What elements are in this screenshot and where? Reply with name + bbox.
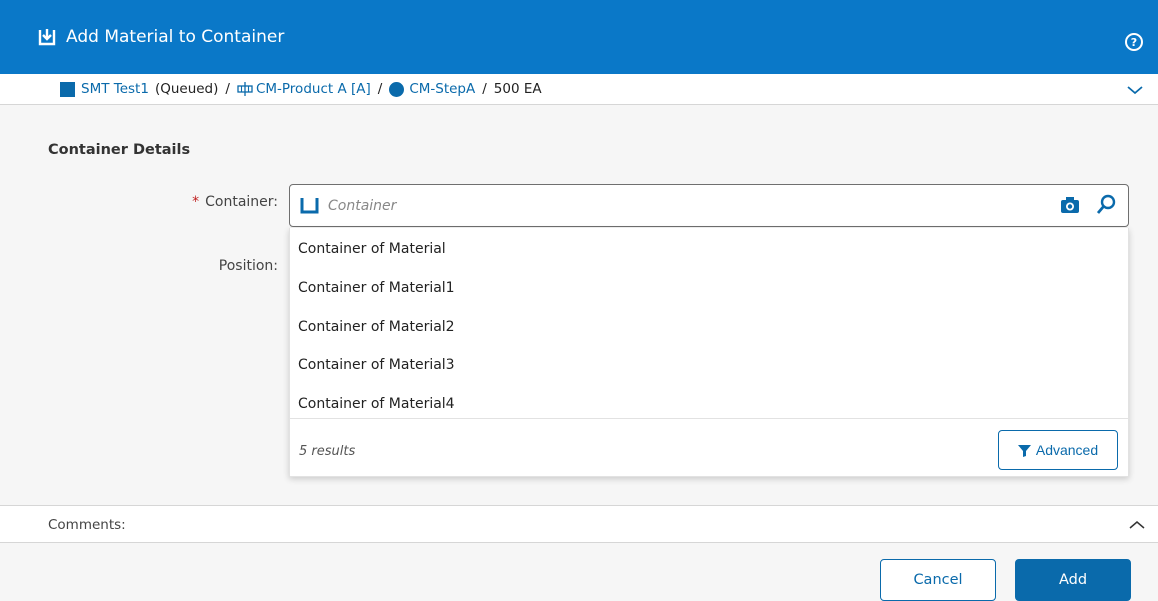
position-label: Position: [218,258,278,274]
list-item[interactable]: Container of Material [298,239,446,259]
chevron-down-icon[interactable] [1126,80,1144,98]
breadcrumb-quantity: 500 EA [493,81,542,97]
download-into-tray-icon [38,28,56,46]
filter-icon [1017,444,1031,457]
results-count: 5 results [299,444,356,459]
search-icon[interactable] [1096,194,1116,216]
dialog-title: Add Material to Container [66,27,285,47]
container-field[interactable] [289,184,1129,227]
breadcrumb-separator: / [377,81,383,97]
title-bar: Add Material to Container ? [0,0,1158,74]
list-item[interactable]: Container of Material2 [298,317,455,337]
container-label: * Container: [192,194,278,210]
add-button[interactable]: Add [1015,559,1131,601]
advanced-label: Advanced [1035,442,1099,458]
chevron-up-icon[interactable] [1128,516,1146,534]
list-item[interactable]: Container of Material4 [298,394,455,414]
breadcrumb-product-link[interactable]: CM-Product A [A] [256,81,371,97]
material-square-icon [60,81,75,97]
container-label-text: Container: [205,194,278,210]
container-icon [300,197,319,214]
container-dropdown: Container of Material Container of Mater… [289,228,1129,477]
form-panel: Container Details * Container: Position: … [0,105,1158,505]
help-circle-icon[interactable]: ? [1125,33,1143,51]
cancel-button[interactable]: Cancel [880,559,996,601]
breadcrumb-status: (Queued) [154,81,219,97]
section-title: Container Details [48,142,191,158]
breadcrumb: SMT Test1 (Queued) / CM-Product A [A] / … [0,74,1158,105]
breadcrumb-step-link[interactable]: CM-StepA [409,81,475,97]
dialog-footer: Cancel Add [0,543,1158,601]
advanced-button[interactable]: Advanced [998,430,1118,470]
required-marker: * [192,194,200,210]
breadcrumb-material-link[interactable]: SMT Test1 [81,81,149,97]
breadcrumb-separator: / [225,81,230,97]
list-item[interactable]: Container of Material1 [298,278,455,298]
product-structure-icon [237,82,253,96]
breadcrumb-separator: / [482,81,487,97]
camera-icon[interactable] [1060,196,1080,214]
comments-section[interactable]: Comments: [0,505,1158,543]
divider [290,418,1128,419]
container-input[interactable] [328,193,1028,219]
step-circle-icon [389,81,405,97]
comments-label: Comments: [48,517,126,533]
list-item[interactable]: Container of Material3 [298,355,455,375]
